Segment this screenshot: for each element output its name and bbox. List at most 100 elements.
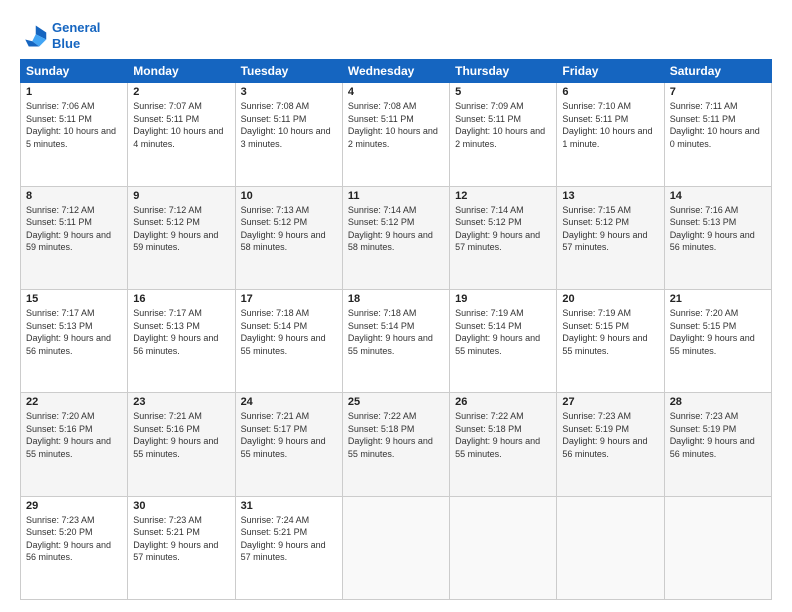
calendar-cell: 12 Sunrise: 7:14 AMSunset: 5:12 PMDaylig… [450,186,557,289]
calendar-cell: 17 Sunrise: 7:18 AMSunset: 5:14 PMDaylig… [235,289,342,392]
calendar-cell: 10 Sunrise: 7:13 AMSunset: 5:12 PMDaylig… [235,186,342,289]
calendar-cell: 27 Sunrise: 7:23 AMSunset: 5:19 PMDaylig… [557,393,664,496]
logo-text: General Blue [52,20,100,51]
cell-info: Sunrise: 7:18 AMSunset: 5:14 PMDaylight:… [241,308,326,356]
calendar-cell: 16 Sunrise: 7:17 AMSunset: 5:13 PMDaylig… [128,289,235,392]
header: General Blue [20,16,772,51]
calendar-cell: 11 Sunrise: 7:14 AMSunset: 5:12 PMDaylig… [342,186,449,289]
calendar-week-row: 8 Sunrise: 7:12 AMSunset: 5:11 PMDayligh… [21,186,772,289]
calendar-cell: 28 Sunrise: 7:23 AMSunset: 5:19 PMDaylig… [664,393,771,496]
cell-info: Sunrise: 7:07 AMSunset: 5:11 PMDaylight:… [133,101,223,149]
cell-info: Sunrise: 7:22 AMSunset: 5:18 PMDaylight:… [348,411,433,459]
cell-info: Sunrise: 7:12 AMSunset: 5:11 PMDaylight:… [26,205,111,253]
day-header-saturday: Saturday [664,60,771,83]
day-number: 29 [26,500,122,512]
calendar-table: SundayMondayTuesdayWednesdayThursdayFrid… [20,59,772,600]
calendar-cell: 9 Sunrise: 7:12 AMSunset: 5:12 PMDayligh… [128,186,235,289]
calendar-week-row: 22 Sunrise: 7:20 AMSunset: 5:16 PMDaylig… [21,393,772,496]
cell-info: Sunrise: 7:06 AMSunset: 5:11 PMDaylight:… [26,101,116,149]
page: General Blue SundayMondayTuesdayWednesda… [0,0,792,612]
day-header-monday: Monday [128,60,235,83]
day-header-sunday: Sunday [21,60,128,83]
cell-info: Sunrise: 7:15 AMSunset: 5:12 PMDaylight:… [562,205,647,253]
day-number: 28 [670,396,766,408]
day-number: 23 [133,396,229,408]
calendar-week-row: 1 Sunrise: 7:06 AMSunset: 5:11 PMDayligh… [21,83,772,186]
calendar-cell: 5 Sunrise: 7:09 AMSunset: 5:11 PMDayligh… [450,83,557,186]
day-number: 14 [670,190,766,202]
calendar-cell: 30 Sunrise: 7:23 AMSunset: 5:21 PMDaylig… [128,496,235,599]
cell-info: Sunrise: 7:16 AMSunset: 5:13 PMDaylight:… [670,205,755,253]
day-number: 3 [241,86,337,98]
day-number: 6 [562,86,658,98]
calendar-cell: 3 Sunrise: 7:08 AMSunset: 5:11 PMDayligh… [235,83,342,186]
day-number: 31 [241,500,337,512]
calendar-cell: 2 Sunrise: 7:07 AMSunset: 5:11 PMDayligh… [128,83,235,186]
day-number: 21 [670,293,766,305]
calendar-cell: 29 Sunrise: 7:23 AMSunset: 5:20 PMDaylig… [21,496,128,599]
cell-info: Sunrise: 7:20 AMSunset: 5:16 PMDaylight:… [26,411,111,459]
cell-info: Sunrise: 7:08 AMSunset: 5:11 PMDaylight:… [241,101,331,149]
calendar-cell: 21 Sunrise: 7:20 AMSunset: 5:15 PMDaylig… [664,289,771,392]
day-number: 7 [670,86,766,98]
calendar-cell: 6 Sunrise: 7:10 AMSunset: 5:11 PMDayligh… [557,83,664,186]
day-number: 2 [133,86,229,98]
calendar-cell: 13 Sunrise: 7:15 AMSunset: 5:12 PMDaylig… [557,186,664,289]
cell-info: Sunrise: 7:20 AMSunset: 5:15 PMDaylight:… [670,308,755,356]
day-number: 13 [562,190,658,202]
cell-info: Sunrise: 7:19 AMSunset: 5:15 PMDaylight:… [562,308,647,356]
logo-icon [20,22,48,50]
cell-info: Sunrise: 7:08 AMSunset: 5:11 PMDaylight:… [348,101,438,149]
calendar-cell: 15 Sunrise: 7:17 AMSunset: 5:13 PMDaylig… [21,289,128,392]
day-number: 22 [26,396,122,408]
calendar-cell: 31 Sunrise: 7:24 AMSunset: 5:21 PMDaylig… [235,496,342,599]
cell-info: Sunrise: 7:18 AMSunset: 5:14 PMDaylight:… [348,308,433,356]
cell-info: Sunrise: 7:13 AMSunset: 5:12 PMDaylight:… [241,205,326,253]
cell-info: Sunrise: 7:17 AMSunset: 5:13 PMDaylight:… [26,308,111,356]
day-header-tuesday: Tuesday [235,60,342,83]
logo: General Blue [20,20,100,51]
cell-info: Sunrise: 7:17 AMSunset: 5:13 PMDaylight:… [133,308,218,356]
day-number: 26 [455,396,551,408]
calendar-cell [342,496,449,599]
day-header-wednesday: Wednesday [342,60,449,83]
calendar-week-row: 29 Sunrise: 7:23 AMSunset: 5:20 PMDaylig… [21,496,772,599]
day-header-thursday: Thursday [450,60,557,83]
cell-info: Sunrise: 7:22 AMSunset: 5:18 PMDaylight:… [455,411,540,459]
day-number: 1 [26,86,122,98]
cell-info: Sunrise: 7:10 AMSunset: 5:11 PMDaylight:… [562,101,652,149]
day-number: 20 [562,293,658,305]
calendar-cell: 1 Sunrise: 7:06 AMSunset: 5:11 PMDayligh… [21,83,128,186]
calendar-cell: 25 Sunrise: 7:22 AMSunset: 5:18 PMDaylig… [342,393,449,496]
calendar-cell: 7 Sunrise: 7:11 AMSunset: 5:11 PMDayligh… [664,83,771,186]
calendar-cell [450,496,557,599]
day-number: 12 [455,190,551,202]
calendar-cell [664,496,771,599]
day-number: 9 [133,190,229,202]
day-number: 10 [241,190,337,202]
calendar-cell: 14 Sunrise: 7:16 AMSunset: 5:13 PMDaylig… [664,186,771,289]
calendar-cell: 24 Sunrise: 7:21 AMSunset: 5:17 PMDaylig… [235,393,342,496]
cell-info: Sunrise: 7:23 AMSunset: 5:19 PMDaylight:… [670,411,755,459]
cell-info: Sunrise: 7:23 AMSunset: 5:21 PMDaylight:… [133,515,218,563]
cell-info: Sunrise: 7:11 AMSunset: 5:11 PMDaylight:… [670,101,760,149]
day-number: 8 [26,190,122,202]
cell-info: Sunrise: 7:14 AMSunset: 5:12 PMDaylight:… [348,205,433,253]
day-number: 11 [348,190,444,202]
cell-info: Sunrise: 7:14 AMSunset: 5:12 PMDaylight:… [455,205,540,253]
cell-info: Sunrise: 7:21 AMSunset: 5:17 PMDaylight:… [241,411,326,459]
calendar-cell: 4 Sunrise: 7:08 AMSunset: 5:11 PMDayligh… [342,83,449,186]
cell-info: Sunrise: 7:21 AMSunset: 5:16 PMDaylight:… [133,411,218,459]
day-header-friday: Friday [557,60,664,83]
cell-info: Sunrise: 7:19 AMSunset: 5:14 PMDaylight:… [455,308,540,356]
cell-info: Sunrise: 7:24 AMSunset: 5:21 PMDaylight:… [241,515,326,563]
day-number: 4 [348,86,444,98]
cell-info: Sunrise: 7:23 AMSunset: 5:20 PMDaylight:… [26,515,111,563]
calendar-cell: 26 Sunrise: 7:22 AMSunset: 5:18 PMDaylig… [450,393,557,496]
calendar-cell: 8 Sunrise: 7:12 AMSunset: 5:11 PMDayligh… [21,186,128,289]
day-number: 27 [562,396,658,408]
day-number: 19 [455,293,551,305]
calendar-week-row: 15 Sunrise: 7:17 AMSunset: 5:13 PMDaylig… [21,289,772,392]
cell-info: Sunrise: 7:12 AMSunset: 5:12 PMDaylight:… [133,205,218,253]
cell-info: Sunrise: 7:09 AMSunset: 5:11 PMDaylight:… [455,101,545,149]
